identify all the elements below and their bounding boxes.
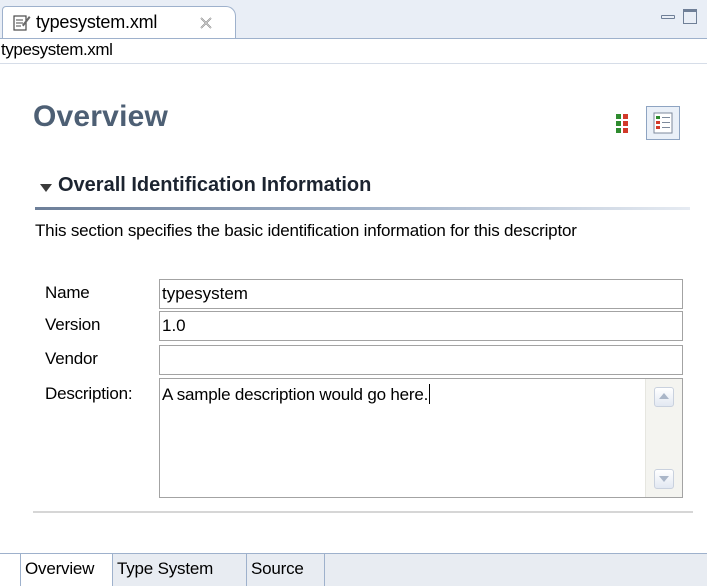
tab-overview[interactable]: Overview [20, 554, 113, 586]
file-header: typesystem.xml [0, 39, 707, 64]
tab-source[interactable]: Source [247, 554, 325, 586]
vendor-field[interactable] [159, 345, 683, 375]
scroll-up-button[interactable] [654, 387, 674, 407]
description-field[interactable]: A sample description would go here. [159, 378, 683, 498]
file-header-label: typesystem.xml [1, 40, 113, 59]
vendor-label: Vendor [45, 349, 98, 368]
section-title: Overall Identification Information [58, 174, 372, 196]
editor-tab-typesystem[interactable]: typesystem.xml [2, 6, 236, 38]
close-icon[interactable] [199, 16, 213, 30]
tab-type-system[interactable]: Type System [113, 554, 247, 586]
rows-layout-icon [653, 112, 673, 134]
version-field[interactable] [159, 311, 683, 341]
description-value: A sample description would go here. [162, 385, 429, 404]
editor-tab-bar: typesystem.xml [0, 0, 707, 39]
page-tab-bar: Overview Type System Source [0, 553, 707, 587]
name-label: Name [45, 283, 90, 302]
description-scrollbar[interactable] [645, 379, 682, 497]
columns-layout-button[interactable] [608, 106, 642, 140]
arrow-down-icon [659, 476, 669, 482]
minimize-icon[interactable] [661, 15, 675, 19]
maximize-icon[interactable] [683, 9, 697, 24]
section-divider [35, 207, 690, 210]
scroll-down-button[interactable] [654, 469, 674, 489]
rows-layout-button[interactable] [646, 106, 680, 140]
columns-layout-icon [616, 114, 628, 133]
tab-bar-fill [325, 554, 707, 586]
editor-tab-label: typesystem.xml [36, 12, 158, 32]
section-header[interactable]: Overall Identification Information [40, 174, 690, 205]
arrow-up-icon [659, 393, 669, 399]
description-text: A sample description would go here. [162, 384, 431, 405]
section-bottom-divider [33, 511, 693, 513]
name-field[interactable] [159, 279, 683, 309]
section-description: This section specifies the basic identif… [35, 221, 577, 240]
description-label: Description: [45, 384, 133, 403]
text-caret [429, 384, 431, 404]
chevron-down-icon[interactable] [40, 184, 52, 192]
xml-edit-icon [13, 15, 31, 31]
window-controls [647, 6, 707, 28]
page-title: Overview [33, 100, 169, 133]
version-label: Version [45, 315, 101, 334]
